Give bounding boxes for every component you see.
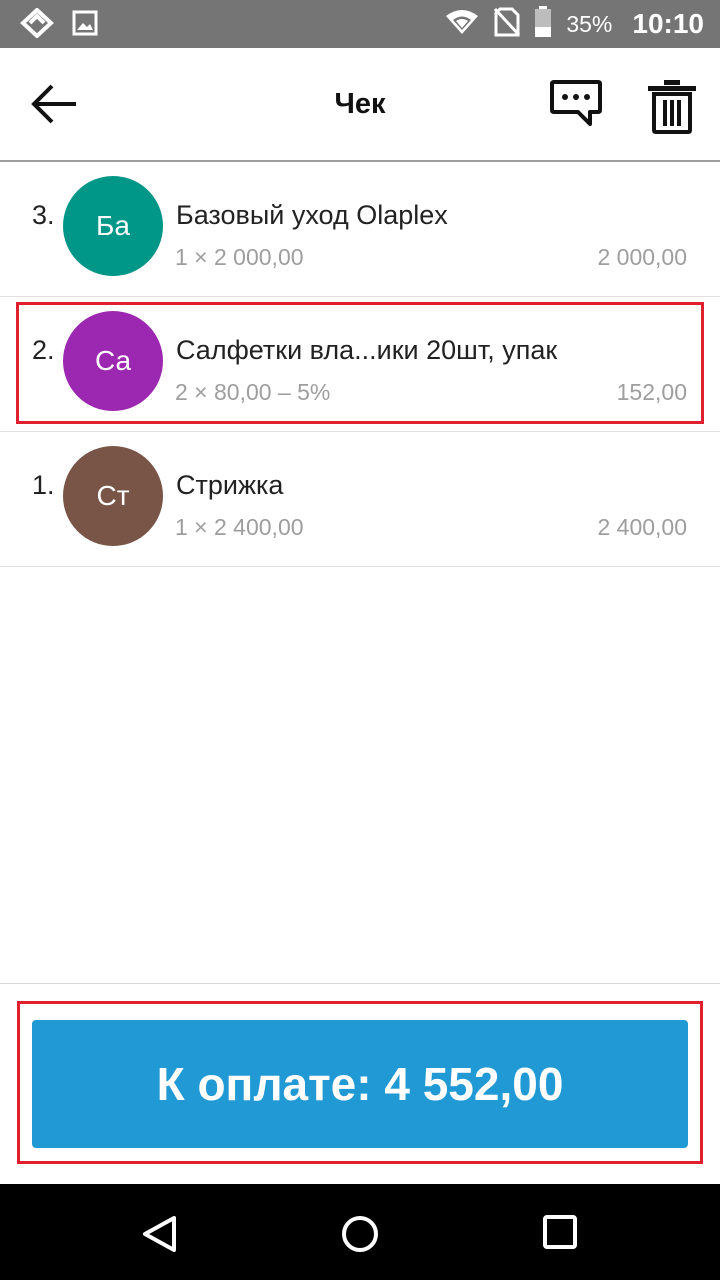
battery-percent: 35% [566,10,613,37]
pay-button[interactable]: К оплате: 4 552,00 [32,1020,688,1148]
no-sim-icon [494,7,521,42]
system-nav-bar [0,1184,720,1280]
item-name: Стрижка [176,470,284,500]
page-title: Чек [334,88,386,120]
avatar: Ст [63,446,163,546]
item-name: Базовый уход Olaplex [176,200,448,230]
nav-home-icon[interactable] [340,1214,380,1259]
avatar: Ба [63,176,163,276]
list-item[interactable]: 3. Ба Базовый уход Olaplex 1 × 2 000,00 … [0,162,720,297]
comment-button[interactable] [548,78,604,130]
battery-icon [534,5,552,43]
delete-button[interactable] [646,78,698,134]
item-quantity: 1 × 2 400,00 [175,514,304,540]
nav-recents-icon[interactable] [542,1214,578,1255]
status-bar: 35% 10:10 [0,0,720,48]
wifi-icon [444,8,480,41]
item-quantity: 1 × 2 000,00 [175,244,304,270]
list-item[interactable]: 1. Ст Стрижка 1 × 2 400,00 2 400,00 [0,432,720,567]
image-notification-icon [72,10,98,41]
item-amount: 2 400,00 [597,514,687,540]
item-highlight-frame [16,302,704,424]
item-number: 1. [32,470,55,500]
item-number: 3. [32,200,55,230]
comment-icon [550,80,602,126]
app-notification-icon [20,7,54,43]
trash-icon [648,80,696,134]
nav-back-icon[interactable] [140,1214,178,1259]
app-bar: Чек [0,48,720,160]
footer-divider [0,983,720,984]
item-amount: 2 000,00 [597,244,687,270]
clock: 10:10 [632,8,704,39]
